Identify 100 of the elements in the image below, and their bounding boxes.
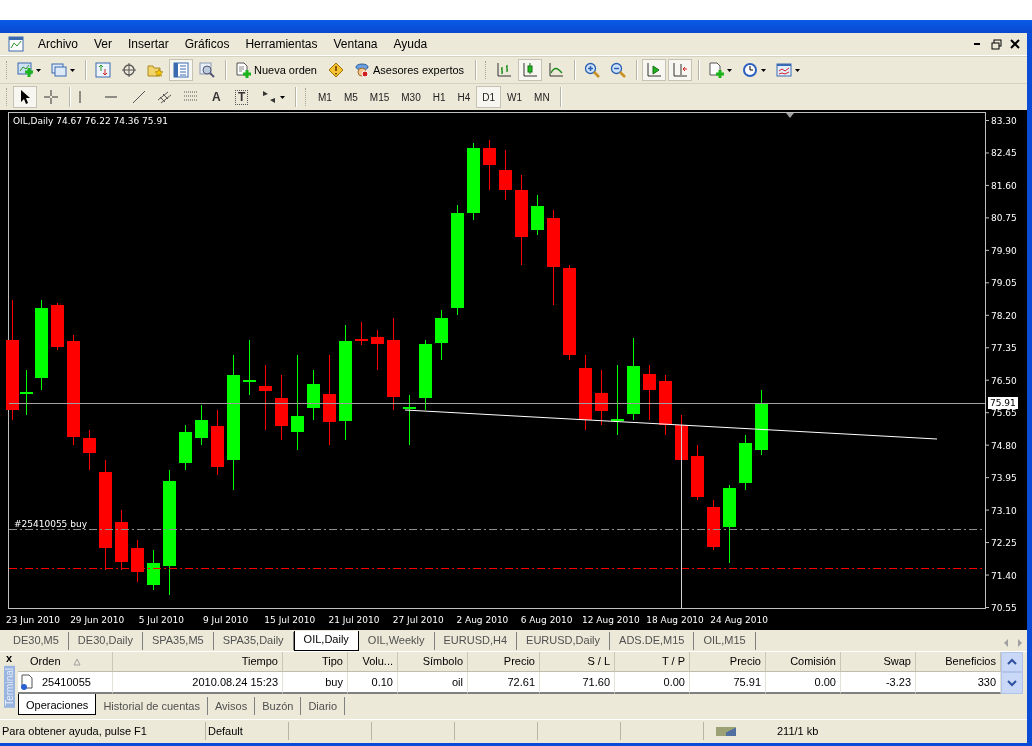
price-label: 78.20: [991, 310, 1017, 321]
candle: [275, 374, 288, 441]
timeframe-button[interactable]: MN: [528, 86, 556, 108]
candle: [659, 374, 672, 436]
candle: [435, 309, 448, 361]
timeframe-button[interactable]: M30: [395, 86, 427, 108]
scroll-down-button[interactable]: [1001, 672, 1023, 694]
column-header[interactable]: Volu...: [348, 652, 398, 672]
date-label: 23 Jun 2010: [5, 615, 61, 625]
chart-tab[interactable]: SPA35,M5: [142, 632, 214, 650]
document-icon: [20, 674, 36, 690]
menu-item[interactable]: Insertar: [120, 37, 177, 51]
date-label: 9 Jul 2010: [203, 615, 249, 625]
column-header[interactable]: Símbolo: [398, 652, 468, 672]
panel-title: Terminal: [3, 666, 15, 708]
column-header[interactable]: Precio: [690, 652, 766, 672]
menu-item[interactable]: Archivo: [30, 37, 86, 51]
toolbar-button[interactable]: A: [205, 86, 229, 108]
price-label: 82.45: [991, 148, 1017, 159]
sort-icon: [72, 657, 81, 666]
folder-star-icon: [147, 62, 163, 78]
signal-bars-icon: [716, 725, 737, 737]
column-header[interactable]: Precio: [468, 652, 540, 672]
column-header[interactable]: S / L: [540, 652, 615, 672]
chart-tab[interactable]: EURUSD,Daily: [517, 632, 611, 650]
candle: [115, 509, 128, 571]
column-header[interactable]: Swap: [841, 652, 916, 672]
date-label: 29 Jun 2010: [70, 615, 125, 625]
close-button[interactable]: x: [5, 652, 13, 664]
timeframe-button[interactable]: H1: [426, 86, 452, 108]
candle: [307, 369, 320, 421]
price-label: 74.80: [991, 440, 1017, 451]
column-header[interactable]: Tipo: [283, 652, 348, 672]
status-text: Default: [206, 722, 289, 740]
shift-marker-icon: [786, 113, 794, 118]
price-label: 77.35: [991, 343, 1017, 354]
arrows-icon: [261, 89, 277, 105]
date-label: 6 Aug 2010: [520, 615, 573, 625]
menu-item[interactable]: Ventana: [325, 37, 386, 51]
minimize-icon: [974, 43, 980, 45]
chart-tab[interactable]: DE30,Daily: [68, 632, 143, 650]
price-label: 79.90: [991, 245, 1017, 256]
toolbar-button[interactable]: [13, 86, 37, 108]
panel-tab[interactable]: Operaciones: [18, 694, 97, 715]
chart-tab[interactable]: DE30,M5: [4, 632, 69, 650]
toolbar-button[interactable]: Asesores expertos: [350, 59, 470, 81]
candle: [611, 364, 624, 436]
price-label: 70.55: [991, 603, 1017, 613]
candle: [51, 302, 64, 351]
panel-tab[interactable]: Buzón: [255, 697, 302, 715]
column-header[interactable]: Comisión: [766, 652, 841, 672]
toolbar-button[interactable]: Nueva orden: [231, 59, 322, 81]
table-cell: buy: [283, 672, 348, 694]
menu-item[interactable]: Ayuda: [385, 37, 436, 51]
panel-tab[interactable]: Diario: [301, 697, 346, 715]
timeframe-button[interactable]: W1: [501, 86, 529, 108]
candle: [131, 539, 144, 583]
candle: [243, 339, 256, 396]
table-cell: 25410055: [18, 672, 113, 694]
panel-tab[interactable]: Historial de cuentas: [96, 697, 208, 715]
table-cell: 0.00: [615, 672, 690, 694]
timeframe-button[interactable]: D1: [476, 86, 502, 108]
candle: [531, 194, 544, 236]
candle: [691, 444, 704, 501]
menu-item[interactable]: Gráficos: [176, 37, 238, 51]
table-cell: 0.10: [348, 672, 398, 694]
timeframe-button[interactable]: M15: [363, 86, 396, 108]
toolbar-button[interactable]: T: [231, 86, 255, 108]
vertical-line-icon: [79, 91, 81, 103]
column-header[interactable]: Orden: [18, 652, 113, 672]
candle: [179, 424, 192, 471]
chart-tab[interactable]: OIL,Daily: [293, 631, 359, 651]
chart-tab[interactable]: OIL,M15: [694, 632, 756, 650]
chart-tab[interactable]: SPA35,Daily: [213, 632, 294, 650]
crosshair-icon: [43, 89, 59, 105]
candle: [483, 139, 496, 191]
close-icon: [1009, 38, 1021, 50]
table-cell: 75.91: [690, 672, 766, 694]
down-chevron-icon: [1006, 678, 1018, 688]
chart-tab[interactable]: OIL,Weekly: [358, 632, 435, 650]
panel-tab[interactable]: Avisos: [208, 697, 256, 715]
menu-item[interactable]: Ver: [86, 37, 121, 51]
table-cell: 2010.08.24 15:23: [113, 672, 283, 694]
chart-tab[interactable]: ADS.DE,M15: [610, 632, 695, 650]
caret-icon: [36, 68, 41, 72]
timeframe-button[interactable]: H4: [451, 86, 477, 108]
chart-tab[interactable]: EURUSD,H4: [434, 632, 518, 650]
scroll-up-button[interactable]: [1001, 652, 1023, 672]
timeframe-button[interactable]: M5: [337, 86, 364, 108]
price-label: 81.60: [991, 180, 1017, 191]
column-header[interactable]: T / P: [615, 652, 690, 672]
timeframe-button[interactable]: M1: [312, 86, 338, 108]
list-window-icon: [173, 62, 189, 78]
column-header[interactable]: Tiempo: [113, 652, 283, 672]
candle: [419, 339, 432, 411]
price-label: 71.40: [991, 570, 1017, 581]
date-label: 27 Jul 2010: [392, 615, 444, 625]
column-header[interactable]: Beneficios: [916, 652, 1001, 672]
horizontal-line-icon: [105, 96, 117, 98]
menu-item[interactable]: Herramientas: [237, 37, 326, 51]
